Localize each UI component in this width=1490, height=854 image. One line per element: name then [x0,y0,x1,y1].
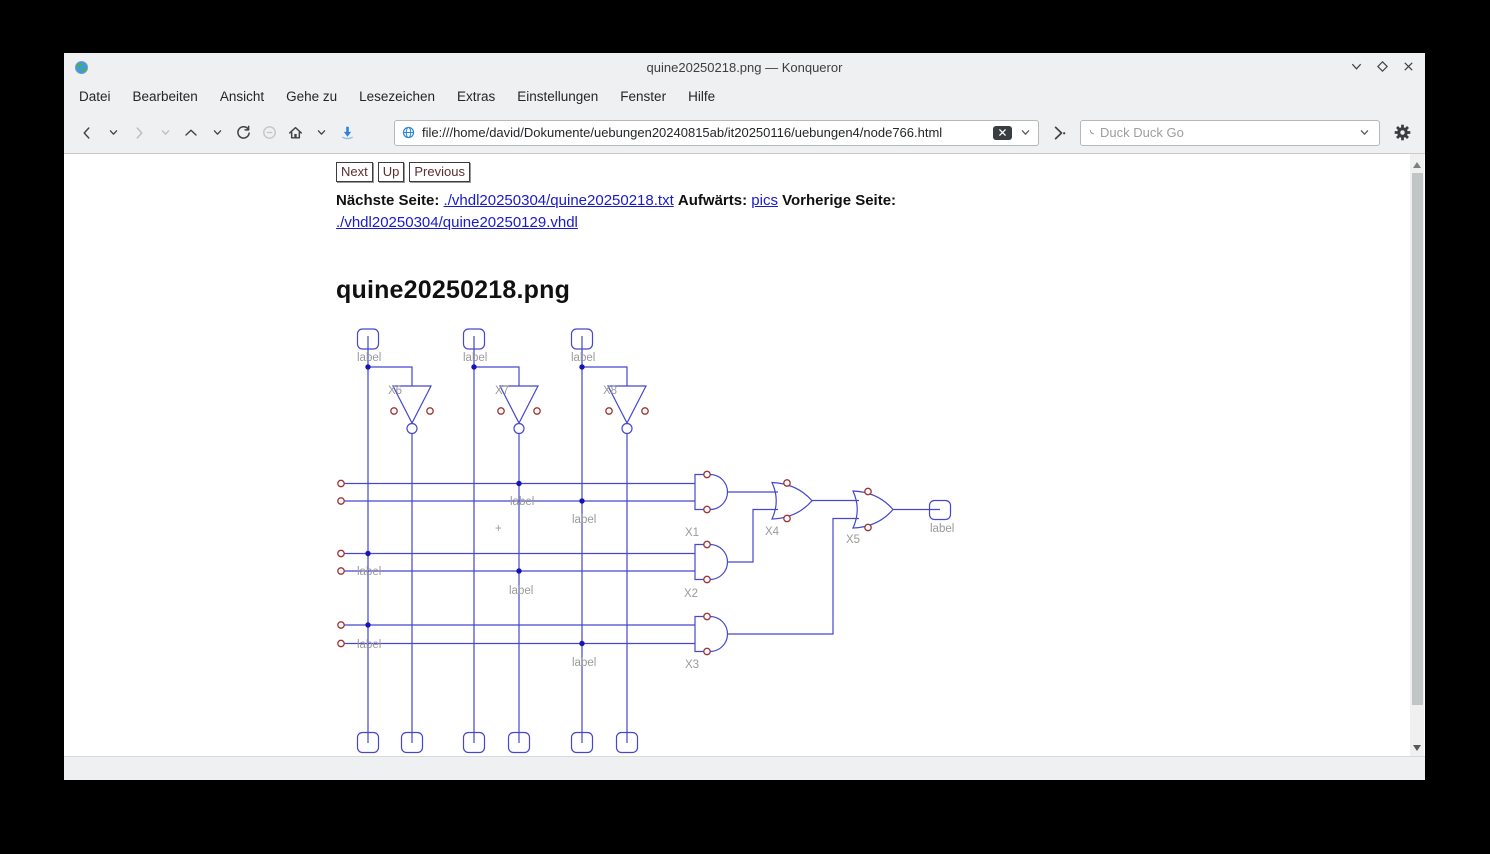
pin-terminals [337,407,872,656]
search-dropdown-icon[interactable] [1358,126,1371,139]
or-gate-x4 [771,481,813,520]
menu-hilfe[interactable]: Hilfe [677,82,726,112]
home-dropdown-icon[interactable] [308,120,334,146]
next-button[interactable]: Next [336,162,373,182]
net-label: label [463,352,487,364]
gate-label: X2 [684,588,698,600]
up-label: Aufwärts: [677,192,748,209]
up-icon[interactable] [178,120,204,146]
menu-gehe-zu[interactable]: Gehe zu [275,82,348,112]
menu-bar: Datei Bearbeiten Ansicht Gehe zu Lesezei… [64,82,1425,112]
url-dropdown-icon[interactable] [1019,126,1032,139]
origin-marker: + [495,523,502,535]
scroll-up-icon[interactable] [1413,162,1421,168]
minimize-icon[interactable] [1350,60,1363,73]
search-input[interactable]: Duck Duck Go [1089,125,1358,140]
page-title: quine20250218.png [336,276,571,304]
menu-datei[interactable]: Datei [68,82,122,112]
or-gate-x5 [852,490,894,529]
net-label: label [571,352,595,364]
maximize-icon[interactable] [1376,60,1389,73]
konqueror-window: quine20250218.png — Konqueror Datei Bear… [64,53,1425,780]
scrollbar-thumb[interactable] [1411,173,1423,705]
diagram-labels: label label label X6 X7 X8 label label +… [357,352,954,671]
menu-einstellungen[interactable]: Einstellungen [506,82,609,112]
previous-link[interactable]: ./vhdl20250304/quine20250129.vhdl [336,214,578,231]
blue-down-arrow-icon[interactable] [334,120,360,146]
previous-button[interactable]: Previous [409,162,470,182]
nav-links-paragraph: Nächste Seite: ./vhdl20250304/quine20250… [336,190,991,234]
forward-icon [126,120,152,146]
settings-gear-icon[interactable] [1393,123,1412,142]
globe-icon [402,126,415,139]
and-gate-x2 [694,543,729,581]
status-bar [64,756,1425,780]
and-gate-x3 [694,615,729,653]
gate-label: X4 [765,526,780,538]
back-dropdown-icon[interactable] [100,120,126,146]
title-bar: quine20250218.png — Konqueror [64,53,1425,82]
net-label: label [357,352,381,364]
gate-label: X7 [495,385,509,397]
clear-url-icon[interactable] [993,125,1012,140]
texinfo-nav-buttons: Next Up Previous [336,162,470,182]
reload-icon[interactable] [230,120,256,146]
net-label: label [572,514,596,526]
vertical-scrollbar[interactable] [1410,154,1424,756]
next-label: Nächste Seite: [336,192,440,209]
gate-label: X5 [846,534,860,546]
up-link[interactable]: pics [751,192,778,209]
gate-label: X1 [685,527,699,539]
menu-extras[interactable]: Extras [446,82,506,112]
toolbar: file:///home/david/Dokumente/uebungen202… [64,112,1425,154]
url-bar[interactable]: file:///home/david/Dokumente/uebungen202… [394,119,1039,146]
close-icon[interactable] [1402,60,1415,73]
up-dropdown-icon[interactable] [204,120,230,146]
back-icon[interactable] [74,120,100,146]
search-bar[interactable]: Duck Duck Go [1080,119,1380,146]
previous-label: Vorherige Seite: [782,192,897,209]
forward-dropdown-icon [152,120,178,146]
menu-ansicht[interactable]: Ansicht [209,82,275,112]
home-icon[interactable] [282,120,308,146]
url-input[interactable]: file:///home/david/Dokumente/uebungen202… [422,125,993,140]
menu-bearbeiten[interactable]: Bearbeiten [122,82,209,112]
go-icon[interactable] [1050,124,1068,142]
browser-viewport: Next Up Previous Nächste Seite: ./vhdl20… [64,154,1425,756]
junction-dots [365,364,585,647]
gate-label: X3 [685,659,699,671]
and-gate-x1 [694,473,729,511]
menu-fenster[interactable]: Fenster [609,82,677,112]
stop-icon [256,120,282,146]
net-label: label [510,496,534,508]
search-provider-mark-icon [1089,129,1094,135]
circuit-diagram-image: label label label X6 X7 X8 label label +… [337,328,954,754]
gate-label: X8 [603,385,617,397]
up-button[interactable]: Up [377,162,405,182]
menu-lesezeichen[interactable]: Lesezeichen [348,82,446,112]
window-title: quine20250218.png — Konqueror [646,60,843,75]
next-link[interactable]: ./vhdl20250304/quine20250218.txt [444,192,674,209]
net-label: label [509,585,533,597]
net-label: label [357,639,381,651]
net-label: label [357,566,381,578]
net-label: label [930,523,954,535]
gate-label: X6 [388,385,402,397]
net-label: label [572,657,596,669]
scroll-down-icon[interactable] [1413,745,1421,751]
